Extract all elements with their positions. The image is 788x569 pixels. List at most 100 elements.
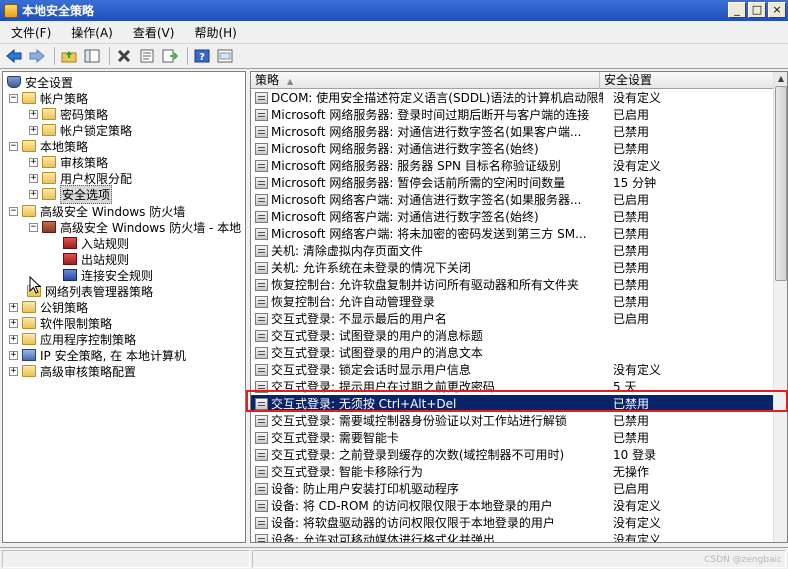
expand-toggle[interactable]: + (9, 366, 18, 376)
tree-node-outbound-rules[interactable]: 出站规则 (63, 251, 129, 267)
tree-node-security-options[interactable]: + 安全选项 (29, 184, 113, 204)
table-row[interactable]: 交互式登录: 试图登录的用户的消息标题 (251, 327, 775, 344)
expand-toggle[interactable]: + (9, 302, 18, 312)
table-row[interactable]: Microsoft 网络服务器: 对通信进行数字签名(始终) 已禁用 (251, 140, 775, 157)
policy-name: Microsoft 网络客户端: 对通信进行数字签名(如果服务器... (271, 193, 582, 207)
table-row[interactable]: 关机: 清除虚拟内存页面文件 已禁用 (251, 242, 775, 259)
table-row[interactable]: Microsoft 网络服务器: 对通信进行数字签名(如果客户端... 已禁用 (251, 123, 775, 140)
collapse-toggle[interactable]: − (9, 141, 18, 151)
toolbar-separator (54, 47, 55, 65)
table-row[interactable]: 交互式登录: 试图登录的用户的消息文本 (251, 344, 775, 361)
tree-label: IP 安全策略, 在 本地计算机 (40, 348, 187, 363)
maximize-button[interactable]: □ (748, 2, 766, 18)
menu-help[interactable]: 帮助(H) (187, 22, 243, 43)
policy-setting: 没有定义 (613, 516, 662, 530)
menu-view[interactable]: 查看(V) (126, 22, 182, 43)
table-row[interactable]: 交互式登录: 智能卡移除行为 无操作 (251, 463, 775, 480)
table-row[interactable]: 设备: 将 CD-ROM 的访问权限仅限于本地登录的用户 没有定义 (251, 497, 775, 514)
policy-item-icon (255, 499, 268, 512)
expand-toggle[interactable]: + (9, 318, 18, 328)
delete-icon[interactable] (114, 46, 134, 66)
table-row[interactable]: Microsoft 网络客户端: 对通信进行数字签名(如果服务器... 已启用 (251, 191, 775, 208)
menu-action[interactable]: 操作(A) (64, 22, 120, 43)
expand-toggle[interactable]: + (29, 173, 38, 183)
tree-node-firewall[interactable]: − 高级安全 Windows 防火墙 (9, 203, 185, 219)
policy-name: 设备: 将 CD-ROM 的访问权限仅限于本地登录的用户 (271, 499, 553, 513)
policy-item-icon (255, 363, 268, 376)
tree-node-lockout-policy[interactable]: + 帐户锁定策略 (29, 122, 132, 138)
tree-node-firewall-local[interactable]: − 高级安全 Windows 防火墙 - 本地 (29, 219, 241, 235)
policy-setting: 已禁用 (613, 227, 650, 241)
table-row[interactable]: 交互式登录: 需要域控制器身份验证以对工作站进行解锁 已禁用 (251, 412, 775, 429)
tree-node-software-restriction[interactable]: + 软件限制策略 (9, 315, 112, 331)
table-row[interactable]: Microsoft 网络客户端: 对通信进行数字签名(始终) 已禁用 (251, 208, 775, 225)
computer-icon (22, 349, 36, 361)
vertical-scrollbar[interactable]: ▲ (773, 72, 787, 542)
table-row-selected[interactable]: 交互式登录: 无须按 Ctrl+Alt+Del 已禁用 (251, 395, 775, 412)
table-row[interactable]: 关机: 允许系统在未登录的情况下关闭 已禁用 (251, 259, 775, 276)
table-row[interactable]: 交互式登录: 锁定会话时显示用户信息 没有定义 (251, 361, 775, 378)
policy-item-icon (255, 414, 268, 427)
status-segment (2, 550, 250, 568)
tree-node-password-policy[interactable]: + 密码策略 (29, 106, 108, 122)
show-tree-icon[interactable] (82, 46, 102, 66)
table-row[interactable]: 设备: 将软盘驱动器的访问权限仅限于本地登录的用户 没有定义 (251, 514, 775, 531)
tree-node-network-list[interactable]: 网络列表管理器策略 (27, 283, 153, 299)
properties-icon[interactable] (137, 46, 157, 66)
expand-toggle[interactable]: + (9, 334, 18, 344)
menu-file[interactable]: 文件(F) (4, 22, 58, 43)
policy-item-icon (255, 516, 268, 529)
table-row[interactable]: 交互式登录: 不显示最后的用户名 已启用 (251, 310, 775, 327)
scroll-thumb[interactable] (775, 86, 787, 281)
table-row[interactable]: 交互式登录: 需要智能卡 已禁用 (251, 429, 775, 446)
minimize-button[interactable]: _ (728, 2, 746, 18)
list-header: 策略 ▲ 安全设置 (251, 72, 777, 89)
scroll-up-icon[interactable]: ▲ (774, 72, 787, 86)
table-row[interactable]: 恢复控制台: 允许自动管理登录 已禁用 (251, 293, 775, 310)
table-row[interactable]: Microsoft 网络服务器: 服务器 SPN 目标名称验证级别 没有定义 (251, 157, 775, 174)
export-list-icon[interactable] (160, 46, 180, 66)
expand-toggle[interactable]: + (9, 350, 18, 360)
table-row[interactable]: 恢复控制台: 允许软盘复制并访问所有驱动器和所有文件夹 已禁用 (251, 276, 775, 293)
table-row[interactable]: 设备: 允许对可移动媒体进行格式化并弹出 没有定义 (251, 531, 775, 542)
column-header-setting[interactable]: 安全设置 (600, 72, 777, 89)
tree-node-local-policy[interactable]: − 本地策略 (9, 138, 88, 154)
expand-toggle[interactable]: + (29, 125, 38, 135)
policy-setting: 已禁用 (613, 414, 650, 428)
policy-item-icon (255, 278, 268, 291)
tree-node-account-policy[interactable]: − 帐户策略 (9, 90, 88, 106)
policy-setting: 没有定义 (613, 91, 662, 105)
table-row[interactable]: Microsoft 网络服务器: 登录时间过期后断开与客户端的连接 已启用 (251, 106, 775, 123)
tree-node-connection-rules[interactable]: 连接安全规则 (63, 267, 153, 283)
table-row[interactable]: DCOM: 使用安全描述符定义语言(SDDL)语法的计算机启动限制 没有定义 (251, 89, 775, 106)
column-header-policy[interactable]: 策略 ▲ (251, 72, 600, 89)
collapse-toggle[interactable]: − (29, 222, 38, 232)
help-icon[interactable]: ? (192, 46, 212, 66)
expand-toggle[interactable]: + (29, 109, 38, 119)
table-row[interactable]: 交互式登录: 之前登录到缓存的次数(域控制器不可用时) 10 登录 (251, 446, 775, 463)
tree-node-root[interactable]: 安全设置 (7, 74, 73, 90)
table-row[interactable]: Microsoft 网络服务器: 暂停会话前所需的空闲时间数量 15 分钟 (251, 174, 775, 191)
up-folder-icon[interactable] (59, 46, 79, 66)
table-row[interactable]: 交互式登录: 提示用户在过期之前更改密码 5 天 (251, 378, 775, 395)
close-button[interactable]: × (768, 2, 786, 18)
tree-node-ipsec[interactable]: + IP 安全策略, 在 本地计算机 (9, 347, 186, 363)
collapse-toggle[interactable]: − (9, 93, 18, 103)
policy-name: Microsoft 网络服务器: 登录时间过期后断开与客户端的连接 (271, 108, 590, 122)
back-arrow-icon[interactable] (4, 46, 24, 66)
forward-arrow-icon[interactable] (27, 46, 47, 66)
collapse-toggle[interactable]: − (9, 206, 18, 216)
tree-node-public-key[interactable]: + 公钥策略 (9, 299, 88, 315)
tree-label: 帐户策略 (40, 91, 89, 106)
tree-node-inbound-rules[interactable]: 入站规则 (63, 235, 129, 251)
tree-node-advanced-audit[interactable]: + 高级审核策略配置 (9, 363, 136, 379)
policy-setting: 已启用 (613, 108, 650, 122)
table-row[interactable]: Microsoft 网络客户端: 将未加密的密码发送到第三方 SM... 已禁用 (251, 225, 775, 242)
console-icon[interactable] (215, 46, 235, 66)
tree-node-app-control[interactable]: + 应用程序控制策略 (9, 331, 136, 347)
expand-toggle[interactable]: + (29, 189, 38, 199)
table-row[interactable]: 设备: 防止用户安装打印机驱动程序 已启用 (251, 480, 775, 497)
expand-toggle[interactable]: + (29, 157, 38, 167)
tree-node-audit-policy[interactable]: + 审核策略 (29, 154, 108, 170)
policy-setting: 10 登录 (613, 448, 657, 462)
